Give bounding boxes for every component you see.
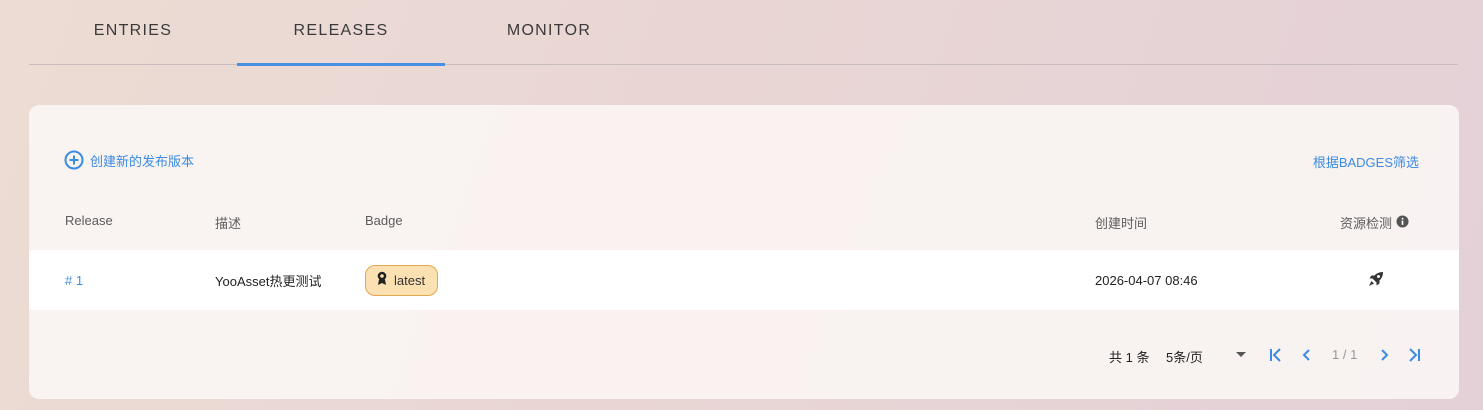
release-number-link[interactable]: # 1	[65, 250, 83, 310]
page-info: 1 / 1	[1332, 347, 1358, 362]
header-description: 描述	[215, 216, 242, 231]
badge-cell: latest	[365, 250, 439, 310]
tab-releases[interactable]: RELEASES	[237, 0, 445, 66]
tab-releases-label: RELEASES	[293, 21, 389, 39]
next-page-button[interactable]	[1376, 345, 1394, 365]
page-size-caret-icon[interactable]	[1236, 352, 1246, 357]
header-resource-check: 资源检测	[1340, 213, 1409, 232]
tab-monitor-label: MONITOR	[506, 21, 592, 39]
header-created-time: 创建时间	[1095, 216, 1148, 231]
tab-monitor[interactable]: MONITOR	[445, 0, 653, 65]
tab-entries-label: ENTRIES	[93, 21, 173, 39]
badge-label: latest	[394, 272, 426, 288]
tab-entries[interactable]: ENTRIES	[29, 0, 237, 65]
resource-check-button[interactable]	[1367, 250, 1385, 310]
create-release-button[interactable]: 创建新的发布版本	[64, 150, 194, 170]
award-icon	[376, 271, 388, 289]
header-resource-check-label: 资源检测	[1340, 216, 1393, 231]
first-page-button[interactable]	[1267, 345, 1285, 365]
header-release: Release	[65, 213, 113, 228]
rocket-icon	[1367, 270, 1385, 291]
add-circle-icon	[64, 150, 84, 170]
prev-page-button[interactable]	[1297, 345, 1315, 365]
last-page-button[interactable]	[1405, 345, 1423, 365]
info-icon[interactable]	[1396, 214, 1409, 231]
page-size-select[interactable]: 5条/页	[1166, 347, 1203, 366]
created-time: 2026-04-07 08:46	[1095, 272, 1198, 288]
header-badge: Badge	[365, 213, 403, 228]
create-release-label: 创建新的发布版本	[90, 153, 195, 169]
tab-bar: ENTRIES RELEASES MONITOR	[29, 0, 1458, 66]
releases-card: 创建新的发布版本 根据BADGES筛选 Release 描述 Badge 创建时…	[29, 105, 1459, 399]
filter-by-badges-button[interactable]: 根据BADGES筛选	[1313, 152, 1419, 171]
status-badge[interactable]: latest	[365, 264, 439, 296]
release-description: YooAsset热更测试	[215, 273, 322, 289]
table-row[interactable]: # 1 YooAsset热更测试 latest 2026-04-07 08:46	[29, 250, 1459, 310]
total-count: 共 1 条	[1109, 350, 1150, 365]
